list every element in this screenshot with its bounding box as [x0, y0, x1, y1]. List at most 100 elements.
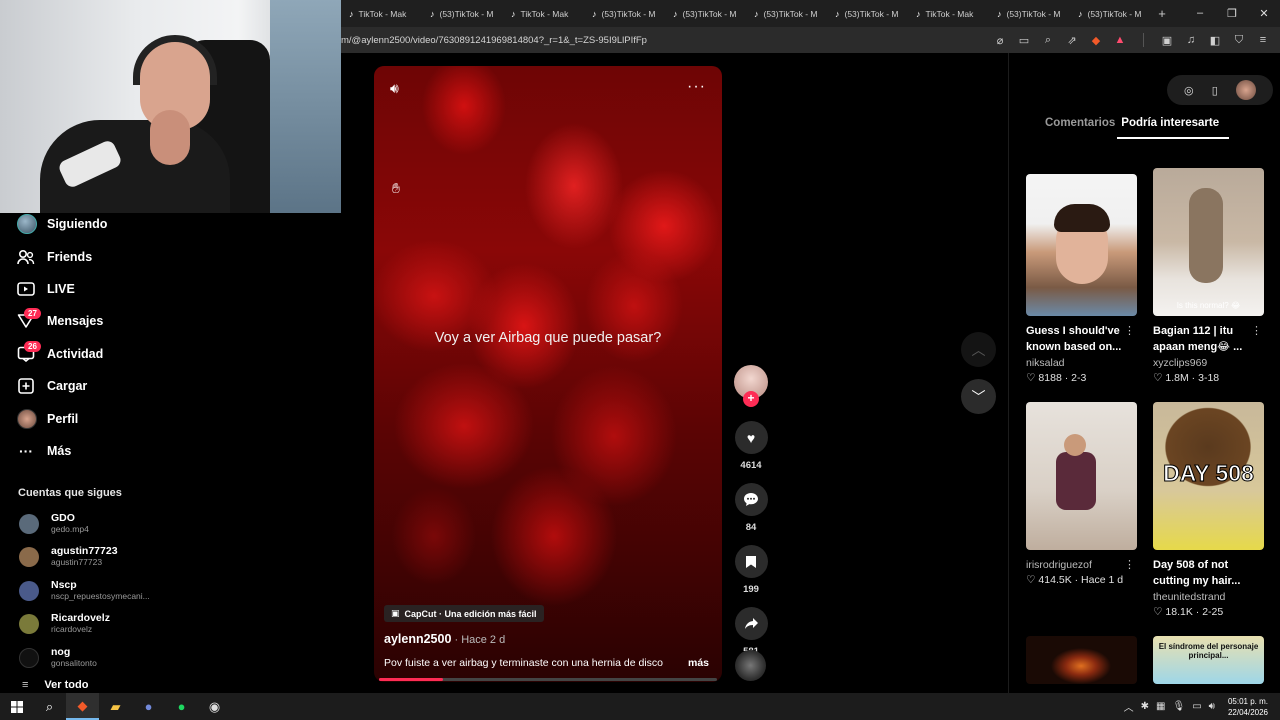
recommended-video-card[interactable]: Guess I should've known based on... ⋮ ni… — [1026, 168, 1137, 402]
browser-tab[interactable]: ♪ (53)TikTok - M — [746, 0, 827, 27]
media-icon[interactable]: ♫ — [1184, 34, 1198, 46]
share-icon[interactable]: ⇗ — [1065, 34, 1079, 47]
sidebar-item-friends[interactable]: Friends — [0, 240, 175, 272]
recommended-video-card[interactable]: DAY 508 Day 508 of not cutting my hair..… — [1153, 402, 1264, 636]
followed-account[interactable]: nog gonsalitonto — [0, 641, 175, 675]
tab-comments[interactable]: Comentarios — [1045, 117, 1115, 139]
video-thumbnail[interactable]: Is this normal? 😂 — [1153, 168, 1264, 316]
zoom-icon[interactable]: ⌕ — [1041, 34, 1055, 47]
split-view-icon[interactable]: ◧ — [1208, 34, 1222, 47]
url-field[interactable]: m/@aylenn2500/video/7630891241969814804?… — [341, 35, 993, 46]
tab-recommended[interactable]: Podría interesarte — [1117, 117, 1230, 139]
see-all-button[interactable]: ≡ Ver todo — [0, 679, 175, 691]
bookmark-icon[interactable] — [734, 545, 768, 578]
bluetooth-icon[interactable]: ✱ — [1141, 701, 1149, 712]
volume-icon[interactable]: 🔊︎ — [1209, 701, 1215, 712]
video-thumbnail[interactable]: El síndrome del personaje principal... — [1153, 636, 1264, 684]
capcut-tag-label: CapCut · Una edición más fácil — [404, 608, 537, 619]
followed-account[interactable]: Nscp nscp_repuestosymecani... — [0, 574, 175, 608]
sidebar-item-messages[interactable]: 27 Mensajes — [0, 305, 175, 337]
minimize-icon[interactable]: – — [1184, 7, 1216, 20]
sidebar-item-more[interactable]: ··· Más — [0, 435, 175, 467]
spotify-icon[interactable]: ● — [165, 693, 198, 720]
discord-icon[interactable]: ● — [132, 693, 165, 720]
browser-tab[interactable]: ♪ (53)TikTok - M — [665, 0, 746, 27]
sidebar-item-activity[interactable]: 26 Actividad — [0, 338, 175, 370]
user-avatar[interactable] — [1235, 80, 1256, 100]
sidebar-item-upload[interactable]: Cargar — [0, 370, 175, 402]
next-video-button[interactable]: ﹀ — [961, 379, 996, 414]
browser-tab[interactable]: ♪ TikTok - Mak — [341, 0, 422, 27]
sidebar-item-live[interactable]: LIVE — [0, 273, 175, 305]
vpn-icon[interactable]: ⛉ — [1232, 34, 1246, 47]
expand-description-link[interactable]: más — [688, 657, 709, 669]
network-icon[interactable]: ▦ — [1156, 701, 1165, 712]
video-description: Pov fuiste a ver airbag y terminaste con… — [384, 657, 663, 669]
cast-icon[interactable]: ▭ — [1017, 34, 1031, 47]
card-menu-icon[interactable]: ⋮ — [1124, 558, 1135, 571]
browser-tab[interactable]: ♪ (53)TikTok - M — [1070, 0, 1151, 27]
brave-browser-icon[interactable]: ◆ — [66, 693, 99, 720]
comment-action[interactable]: 84 — [733, 483, 769, 533]
video-player[interactable]: 🔊︎ ··· Voy a ver Airbag que puede pasar?… — [374, 66, 722, 682]
recommended-video-card[interactable]: ⋮ irisrodriguezof ♡ 414.5K · Hace 1 d — [1026, 402, 1137, 636]
browser-tab[interactable]: ♪ (53)TikTok - M — [584, 0, 665, 27]
creator-avatar[interactable]: + — [734, 365, 768, 407]
previous-video-button[interactable]: ︿ — [961, 332, 996, 367]
more-options-icon[interactable]: ··· — [687, 78, 706, 96]
coins-icon[interactable]: ◎ — [1184, 84, 1194, 97]
video-thumbnail[interactable] — [1026, 174, 1137, 316]
new-tab-button[interactable]: + — [1151, 6, 1173, 21]
sidebar-toggle-icon[interactable]: ▣ — [1160, 34, 1174, 47]
search-icon[interactable]: ⌕ — [33, 693, 66, 720]
obs-icon[interactable]: ◉ — [198, 693, 231, 720]
capcut-tag[interactable]: ▣ CapCut · Una edición más fácil — [384, 605, 544, 622]
chevron-up-icon[interactable]: ︿ — [1124, 699, 1134, 714]
followed-account[interactable]: GDO gedo.mp4 — [0, 507, 175, 541]
live-icon — [17, 280, 35, 298]
like-action[interactable]: ♥ 4614 — [733, 421, 769, 471]
brave-rewards-icon[interactable]: ▲ — [1113, 34, 1127, 46]
no-image-icon[interactable]: ⌀ — [993, 34, 1007, 47]
music-disc-icon[interactable] — [735, 650, 766, 681]
restore-icon[interactable]: ❐ — [1216, 7, 1248, 20]
file-explorer-icon[interactable]: ▰ — [99, 693, 132, 720]
followed-account[interactable]: Ricardovelz ricardovelz — [0, 608, 175, 642]
browser-tab[interactable]: ♪ TikTok - Mak — [908, 0, 989, 27]
sidebar-item-following[interactable]: Siguiendo — [0, 208, 175, 240]
recommended-video-card[interactable] — [1026, 636, 1137, 684]
capcut-icon: ▣ — [391, 608, 400, 618]
comment-icon[interactable] — [734, 483, 768, 516]
followed-account[interactable]: agustin77723 agustin77723 — [0, 541, 175, 575]
brave-shields-icon[interactable]: ◆ — [1089, 34, 1103, 47]
sidebar-item-profile[interactable]: Perfil — [0, 402, 175, 434]
save-action[interactable]: 199 — [733, 545, 769, 595]
phone-icon[interactable]: ▯ — [1212, 84, 1218, 97]
close-icon[interactable]: ✕ — [1248, 7, 1280, 20]
video-author[interactable]: aylenn2500 · Hace 2 d — [384, 632, 505, 646]
browser-tab[interactable]: ♪ (53)TikTok - M — [827, 0, 908, 27]
recommended-video-card[interactable]: Is this normal? 😂 Bagian 112 | itu apaan… — [1153, 168, 1264, 402]
microphone-icon[interactable]: 🎙︎ — [1172, 701, 1185, 712]
tab-title: (53)TikTok - M — [1087, 8, 1142, 19]
clock[interactable]: 05:01 p. m. 22/04/2026 — [1228, 696, 1268, 718]
video-thumbnail[interactable]: DAY 508 — [1153, 402, 1264, 550]
browser-tab[interactable]: ♪ TikTok - Mak — [503, 0, 584, 27]
volume-icon[interactable]: 🔊︎ — [390, 80, 399, 97]
browser-tab[interactable]: ♪ (53)TikTok - M — [989, 0, 1070, 27]
browser-tab[interactable]: ♪ (53)TikTok - M — [422, 0, 503, 27]
monitor-icon[interactable]: ▭ — [1192, 701, 1201, 712]
video-thumbnail[interactable] — [1026, 636, 1137, 684]
obs-glyph: ◉ — [208, 698, 221, 714]
recommended-video-card[interactable]: El síndrome del personaje principal... — [1153, 636, 1264, 684]
video-progress-bar[interactable] — [379, 678, 717, 681]
windows-start-icon[interactable] — [0, 693, 33, 720]
menu-icon[interactable]: ≡ — [1256, 34, 1270, 46]
card-menu-icon[interactable]: ⋮ — [1251, 324, 1262, 337]
share-icon[interactable] — [734, 607, 768, 640]
card-menu-icon[interactable]: ⋮ — [1124, 324, 1135, 337]
heart-icon[interactable]: ♥ — [734, 421, 768, 454]
hair-shape — [1054, 204, 1110, 232]
video-thumbnail[interactable] — [1026, 402, 1137, 550]
follow-plus-icon[interactable]: + — [743, 391, 759, 407]
